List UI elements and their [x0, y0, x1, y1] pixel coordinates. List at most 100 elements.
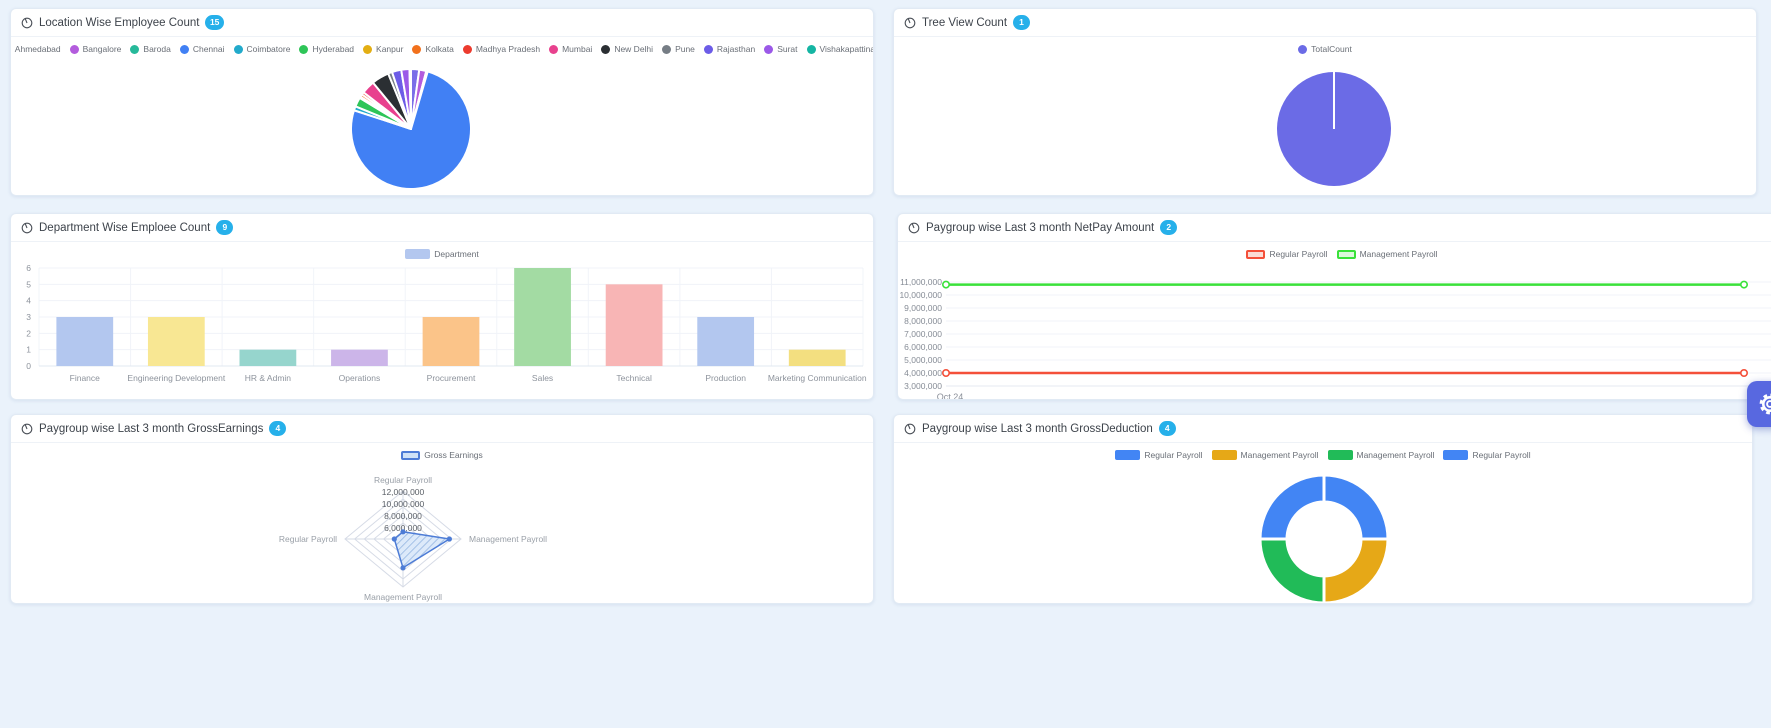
netpay-line-chart[interactable]: 11,000,00010,000,0009,000,0008,000,0007,… — [898, 262, 1771, 400]
svg-text:4: 4 — [26, 296, 31, 306]
legend-swatch — [549, 45, 558, 54]
legend-item[interactable]: Regular Payroll — [1443, 450, 1530, 460]
legend-label: Management Payroll — [1357, 450, 1435, 460]
svg-text:Sales: Sales — [532, 373, 553, 383]
legend-item[interactable]: Regular Payroll — [1115, 450, 1202, 460]
svg-text:7,000,000: 7,000,000 — [904, 329, 942, 339]
chart-legend: Department — [11, 246, 873, 262]
legend-label: Surat — [777, 44, 797, 54]
department-bar-chart[interactable]: 0123456FinanceEngineering DevelopmentHR … — [11, 262, 873, 400]
pie-chart-icon — [21, 17, 33, 29]
legend-item[interactable]: Rajasthan — [704, 44, 755, 54]
legend-swatch — [807, 45, 816, 54]
legend-item[interactable]: Department — [405, 249, 478, 259]
legend-item[interactable]: Kolkata — [412, 44, 453, 54]
legend-swatch — [1443, 450, 1468, 460]
panel-title: Paygroup wise Last 3 month GrossEarnings — [39, 423, 263, 435]
legend-label: Madhya Pradesh — [476, 44, 540, 54]
legend-item[interactable]: Kanpur — [363, 44, 403, 54]
panel-header: Paygroup wise Last 3 month NetPay Amount… — [898, 214, 1771, 242]
grossdeduction-donut-chart[interactable] — [894, 463, 1752, 604]
svg-text:HR & Admin: HR & Admin — [245, 373, 292, 383]
legend-label: Kanpur — [376, 44, 403, 54]
legend-item[interactable]: Mumbai — [549, 44, 592, 54]
svg-text:Finance: Finance — [70, 373, 101, 383]
svg-text:10,000,000: 10,000,000 — [382, 499, 425, 509]
legend-swatch — [70, 45, 79, 54]
svg-text:5: 5 — [26, 279, 31, 289]
gear-icon — [1757, 391, 1771, 417]
legend-item[interactable]: Pune — [662, 44, 695, 54]
legend-label: Bangalore — [83, 44, 122, 54]
svg-text:5,000,000: 5,000,000 — [904, 355, 942, 365]
svg-text:11,000,000: 11,000,000 — [900, 277, 942, 287]
legend-item[interactable]: Ahmedabad — [10, 44, 61, 54]
pie-chart-icon — [21, 423, 33, 435]
legend-item[interactable]: Management Payroll — [1328, 450, 1435, 460]
panel-body: Regular Payroll Management Payroll 11,000… — [898, 246, 1771, 400]
legend-label: Regular Payroll — [1144, 450, 1202, 460]
svg-text:Technical: Technical — [616, 373, 652, 383]
svg-text:Oct 24: Oct 24 — [937, 392, 964, 400]
treeview-pie-chart[interactable] — [894, 57, 1756, 196]
pie-chart-icon — [21, 222, 33, 234]
chart-legend: TotalCount — [894, 41, 1756, 57]
legend-item[interactable]: TotalCount — [1298, 44, 1352, 54]
legend-label: Management Payroll — [1241, 450, 1319, 460]
panel-body: Department 0123456FinanceEngineering Dev… — [11, 246, 873, 400]
settings-button[interactable] — [1747, 381, 1771, 427]
panel-title: Paygroup wise Last 3 month NetPay Amount — [926, 222, 1154, 234]
panel-header: Location Wise Employee Count 15 — [11, 9, 873, 37]
legend-label: Mumbai — [562, 44, 592, 54]
panel-header: Paygroup wise Last 3 month GrossEarnings… — [11, 415, 873, 443]
pie-chart-icon — [904, 17, 916, 29]
svg-text:9,000,000: 9,000,000 — [904, 303, 942, 313]
svg-text:8,000,000: 8,000,000 — [384, 511, 422, 521]
legend-item[interactable]: Regular Payroll — [1246, 249, 1327, 259]
legend-swatch — [662, 45, 671, 54]
legend-swatch — [463, 45, 472, 54]
count-badge: 4 — [1159, 421, 1176, 436]
legend-label: Management Payroll — [1360, 249, 1438, 259]
panel-title: Department Wise Emploee Count — [39, 222, 210, 234]
legend-item[interactable]: Madhya Pradesh — [463, 44, 540, 54]
legend-label: Coimbatore — [247, 44, 291, 54]
legend-item[interactable]: Chennai — [180, 44, 225, 54]
legend-item[interactable]: Management Payroll — [1337, 249, 1438, 259]
panel-body: Ahmedabad Bangalore Baroda Chennai Coimbator… — [11, 41, 873, 196]
legend-label: Department — [434, 249, 478, 259]
legend-swatch — [1212, 450, 1237, 460]
legend-label: Vishakapattinam — [820, 44, 874, 54]
panel-header: Tree View Count 1 — [894, 9, 1756, 37]
legend-item[interactable]: Gross Earnings — [401, 450, 483, 460]
legend-label: Regular Payroll — [1269, 249, 1327, 259]
svg-text:Production: Production — [705, 373, 746, 383]
pie-chart-icon — [908, 222, 920, 234]
legend-label: Baroda — [143, 44, 170, 54]
count-badge: 1 — [1013, 15, 1030, 30]
panel-body: TotalCount — [894, 41, 1756, 196]
legend-swatch — [401, 451, 420, 460]
legend-item[interactable]: Bangalore — [70, 44, 122, 54]
svg-text:Regular Payroll: Regular Payroll — [279, 534, 337, 544]
svg-text:1: 1 — [26, 345, 31, 355]
svg-text:6: 6 — [26, 263, 31, 273]
legend-item[interactable]: Surat — [764, 44, 797, 54]
grossearnings-radar-chart[interactable]: Regular PayrollManagement PayrollManagem… — [11, 463, 873, 604]
legend-label: Chennai — [193, 44, 225, 54]
pie-chart-icon — [904, 423, 916, 435]
legend-item[interactable]: Management Payroll — [1212, 450, 1319, 460]
legend-label: Regular Payroll — [1472, 450, 1530, 460]
legend-label: Pune — [675, 44, 695, 54]
legend-item[interactable]: Hyderabad — [299, 44, 354, 54]
legend-item[interactable]: Vishakapattinam — [807, 44, 874, 54]
legend-item[interactable]: New Delhi — [601, 44, 653, 54]
legend-swatch — [363, 45, 372, 54]
legend-swatch — [234, 45, 243, 54]
location-pie-chart[interactable] — [11, 57, 873, 196]
legend-item[interactable]: Baroda — [130, 44, 170, 54]
legend-item[interactable]: Coimbatore — [234, 44, 291, 54]
legend-swatch — [704, 45, 713, 54]
legend-swatch — [1115, 450, 1140, 460]
legend-swatch — [1246, 250, 1265, 259]
